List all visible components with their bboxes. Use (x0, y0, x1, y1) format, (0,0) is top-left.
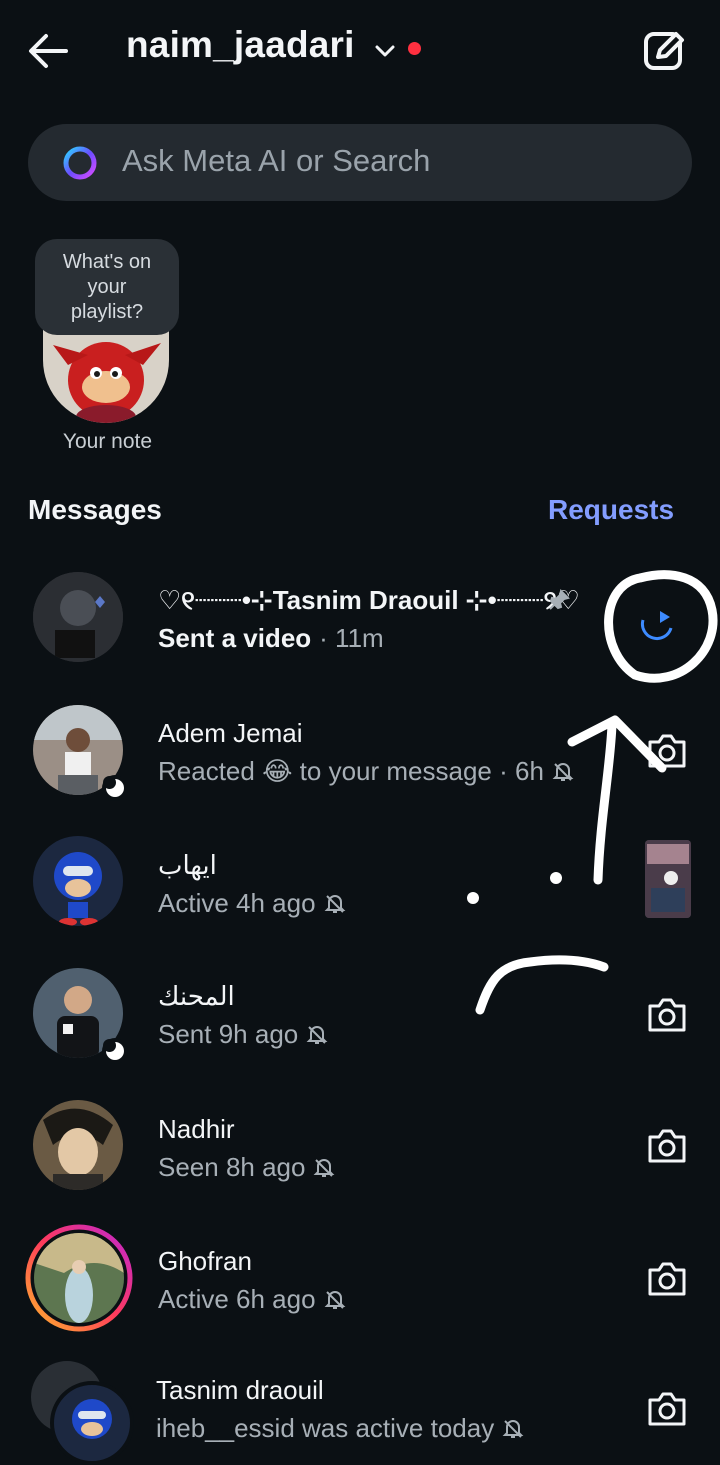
conversation-name: Tasnim draouil (156, 1375, 324, 1405)
activity-status-icon (102, 1038, 128, 1064)
back-arrow-icon[interactable] (26, 28, 72, 74)
conversation-name: ♡୧┈┈┈•⊹Tasnim Draouil ⊹•┈┈┈୨♡ (158, 585, 580, 615)
note-label: Your note (62, 430, 153, 453)
conversation-name: Ghofran (158, 1246, 252, 1276)
preview-text: Active 4h ago (158, 888, 316, 918)
messages-heading: Messages (28, 494, 162, 525)
preview-text: Reacted 😂 to your message · 6h (158, 756, 544, 786)
search-placeholder[interactable]: Ask Meta AI or Search (122, 143, 430, 179)
avatar (33, 836, 123, 926)
conversation-row[interactable]: ايهاب Active 4h ago (0, 822, 720, 942)
conversation-row[interactable]: Adem Jemai Reacted 😂 to your message · 6… (0, 690, 720, 810)
muted-bell-icon (306, 1025, 328, 1044)
avatar (33, 1100, 123, 1190)
conversation-row[interactable]: Tasnim draouil iheb__essid was active to… (0, 1355, 720, 1465)
camera-icon[interactable] (646, 996, 688, 1034)
conversation-preview: Reacted 😂 to your message · 6h (158, 756, 574, 787)
chevron-down-icon[interactable] (374, 40, 396, 62)
muted-bell-icon (324, 1290, 345, 1309)
conversation-row[interactable]: المحنك Sent 9h ago (0, 955, 720, 1075)
preview-text: iheb__essid was active today (156, 1413, 495, 1443)
edit-square-icon[interactable] (642, 28, 686, 72)
preview-time: · 11m (319, 623, 384, 653)
conversation-preview: iheb__essid was active today (156, 1413, 524, 1444)
camera-icon[interactable] (646, 1260, 688, 1298)
conversation-name: Adem Jemai (158, 718, 303, 748)
conversation-name: ايهاب (158, 850, 217, 880)
preview-text: Sent 9h ago (158, 1019, 299, 1049)
preview-text: Active 6h ago (158, 1284, 316, 1314)
conversation-name: المحنك (158, 981, 235, 1011)
avatar (33, 572, 123, 662)
your-avatar[interactable] (43, 325, 169, 423)
activity-status-icon (102, 775, 128, 801)
muted-bell-icon (502, 1419, 524, 1438)
preview-text: Sent a video (158, 623, 312, 653)
camera-icon[interactable] (646, 732, 688, 770)
conversation-row[interactable]: Ghofran Active 6h ago (0, 1220, 720, 1340)
shared-media-thumbnail[interactable] (645, 840, 691, 918)
conversation-name: Nadhir (158, 1114, 235, 1144)
muted-bell-icon (314, 1158, 335, 1177)
conversation-preview: Sent 9h ago (158, 1019, 328, 1050)
preview-text: Seen 8h ago (158, 1152, 306, 1182)
camera-icon[interactable] (646, 1127, 688, 1165)
conversation-preview: Sent a video · 11m (158, 623, 384, 654)
notification-dot (408, 42, 421, 55)
avatar (34, 1233, 124, 1323)
muted-bell-icon (324, 894, 345, 913)
group-avatar-front (50, 1381, 134, 1465)
camera-icon[interactable] (646, 1390, 688, 1428)
note-text: What's on your playlist? (62, 250, 152, 323)
muted-bell-icon (552, 762, 574, 781)
pin-icon (549, 589, 570, 610)
meta-ai-icon (63, 146, 97, 180)
conversation-row[interactable]: ♡୧┈┈┈•⊹Tasnim Draouil ⊹•┈┈┈୨♡ Sent a vid… (0, 557, 720, 677)
note-bubble[interactable]: What's on your playlist? (35, 239, 179, 335)
conversation-row[interactable]: Nadhir Seen 8h ago (0, 1088, 720, 1208)
account-switcher[interactable]: naim_jaadari (126, 24, 355, 66)
requests-link[interactable]: Requests (548, 494, 674, 526)
conversation-preview: Active 4h ago (158, 888, 346, 919)
conversation-preview: Seen 8h ago (158, 1152, 335, 1183)
video-play-icon[interactable] (636, 602, 678, 644)
conversation-preview: Active 6h ago (158, 1284, 346, 1315)
